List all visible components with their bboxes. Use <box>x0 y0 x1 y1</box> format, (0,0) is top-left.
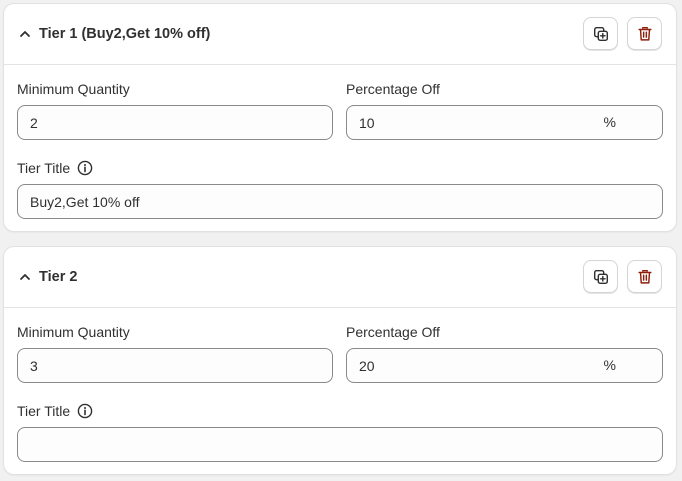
min-qty-input[interactable] <box>18 349 332 382</box>
tier-title-label: Tier Title <box>17 403 93 419</box>
tier-title-field[interactable] <box>17 427 663 462</box>
min-qty-label: Minimum Quantity <box>17 324 130 340</box>
delete-tier-button[interactable] <box>627 17 662 50</box>
tier-title-label-text: Tier Title <box>17 160 71 176</box>
min-qty-input[interactable] <box>18 106 332 139</box>
tier-name: Tier 2 <box>39 269 78 285</box>
trash-icon <box>637 26 652 41</box>
trash-icon <box>637 269 652 284</box>
pct-off-field[interactable]: % <box>346 348 663 383</box>
tier-card-1: Tier 1 (Buy2,Get 10% off) Minimum Quanti… <box>4 4 676 231</box>
pct-off-label: Percentage Off <box>346 324 440 340</box>
tier-header: Tier 1 (Buy2,Get 10% off) <box>4 4 676 65</box>
pct-off-field[interactable]: % <box>346 105 663 140</box>
min-qty-field[interactable] <box>17 105 333 140</box>
chevron-up-icon <box>20 31 30 37</box>
min-qty-label: Minimum Quantity <box>17 81 130 97</box>
pct-suffix: % <box>603 114 616 130</box>
duplicate-tier-button[interactable] <box>583 260 618 293</box>
tier-title-input[interactable] <box>18 428 662 461</box>
tier-title-label-text: Tier Title <box>17 403 71 419</box>
tier-title-field[interactable] <box>17 184 663 219</box>
delete-tier-button[interactable] <box>627 260 662 293</box>
duplicate-tier-button[interactable] <box>583 17 618 50</box>
tier-header: Tier 2 <box>4 247 676 308</box>
pct-off-label: Percentage Off <box>346 81 440 97</box>
pct-suffix: % <box>603 357 616 373</box>
tier-title-input[interactable] <box>18 185 662 218</box>
duplicate-icon <box>593 26 608 41</box>
tier-collapse-toggle[interactable]: Tier 1 (Buy2,Get 10% off) <box>17 22 210 46</box>
min-qty-field[interactable] <box>17 348 333 383</box>
tier-collapse-toggle[interactable]: Tier 2 <box>17 265 77 289</box>
tier-name: Tier 1 (Buy2,Get 10% off) <box>39 26 211 42</box>
tier-card-2: Tier 2 Minimum Quantity Percentage Off % <box>4 247 676 474</box>
chevron-up-icon <box>20 274 30 280</box>
tier-title-label: Tier Title <box>17 160 93 176</box>
info-icon[interactable] <box>77 160 93 176</box>
info-icon[interactable] <box>77 403 93 419</box>
duplicate-icon <box>593 269 608 284</box>
